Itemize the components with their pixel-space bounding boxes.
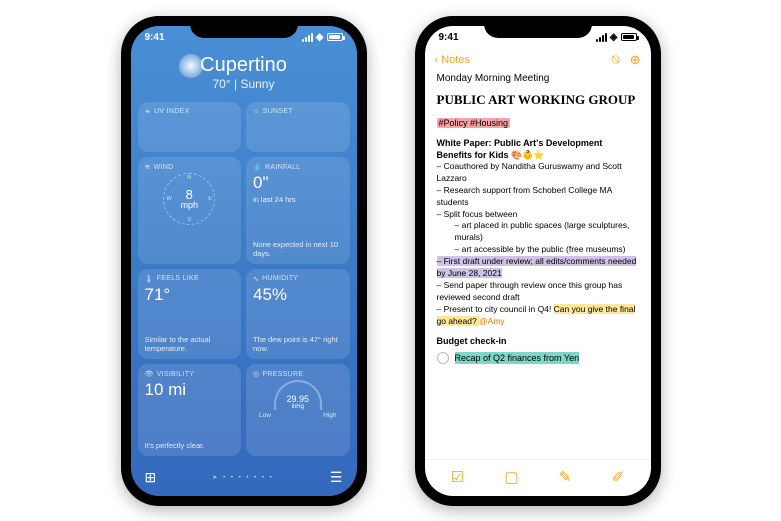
wifi-icon: ◈	[610, 32, 618, 43]
list-item: – First draft under review; all edits/co…	[437, 256, 639, 280]
feels-like-value: 71°	[145, 285, 235, 305]
pressure-gauge: 29.95 inHg	[274, 380, 322, 410]
pressure-card[interactable]: ◎PRESSURE 29.95 inHg Low High	[246, 364, 350, 456]
pressure-value: 29.95	[286, 395, 309, 404]
back-button[interactable]: ‹ Notes	[435, 54, 470, 66]
humidity-value: 45%	[253, 285, 343, 305]
status-icons: ◈	[302, 32, 343, 43]
wifi-icon: ◈	[316, 32, 324, 43]
battery-icon	[621, 33, 637, 41]
compose-icon[interactable]: ✐	[612, 468, 625, 486]
temp-condition: 70° | Sunny	[131, 77, 357, 91]
more-icon[interactable]: ⊕	[630, 52, 641, 68]
visibility-value: 10 mi	[145, 380, 235, 400]
status-time: 9:41	[145, 32, 165, 43]
list-item: – Split focus between	[437, 209, 639, 221]
white-paper-head: White Paper: Public Art's Development Be…	[437, 137, 639, 161]
checklist-label: Recap of Q2 finances from Yen	[455, 352, 580, 364]
rainfall-value: 0"	[253, 173, 343, 193]
signal-icon	[302, 33, 313, 42]
notes-app: 9:41 ◈ ‹ Notes ⍉ ⊕ Monday Morning Meetin…	[425, 26, 651, 496]
notes-toolbar: ☑ ▢ ✎ ✐	[425, 459, 651, 496]
list-item: – art placed in public spaces (large scu…	[437, 220, 639, 244]
notch	[190, 16, 298, 38]
sun-icon: ☀	[145, 108, 152, 116]
budget-head: Budget check-in	[437, 335, 639, 347]
map-icon[interactable]: ⊞	[145, 469, 157, 486]
wind-card[interactable]: ≋WIND N S E W 8 mph	[138, 157, 242, 264]
page-dots[interactable]: ➤ • • • • • • •	[212, 474, 273, 481]
checklist-icon[interactable]: ☑	[451, 468, 464, 486]
weather-tabbar: ⊞ ➤ • • • • • • • ☰	[131, 461, 357, 496]
status-icons: ◈	[596, 32, 637, 43]
weather-app: 9:41 ◈ Cupertino 70° | Sunny ☀UV INDEX ☼…	[131, 26, 357, 496]
list-item: – Present to city council in Q4! Can you…	[437, 304, 639, 328]
gauge-icon: ◎	[253, 370, 259, 378]
share-icon[interactable]: ⍉	[612, 52, 620, 68]
thermometer-icon: 🌡	[145, 275, 154, 283]
list-icon[interactable]: ☰	[330, 469, 343, 486]
checklist-item[interactable]: Recap of Q2 finances from Yen	[437, 352, 639, 364]
list-item: – Coauthored by Nanditha Guruswamy and S…	[437, 161, 639, 185]
notch	[484, 16, 592, 38]
phone-notes: 9:41 ◈ ‹ Notes ⍉ ⊕ Monday Morning Meetin…	[415, 16, 661, 506]
humidity-card[interactable]: ∿HUMIDITY 45% The dew point is 47° right…	[246, 269, 350, 360]
list-item: – art accessible by the public (free mus…	[437, 244, 639, 256]
note-body[interactable]: Monday Morning Meeting PUBLIC ART WORKIN…	[425, 72, 651, 459]
checkbox-icon[interactable]	[437, 352, 449, 364]
feels-like-card[interactable]: 🌡FEELS LIKE 71° Similar to the actual te…	[138, 269, 242, 360]
tags[interactable]: #Policy #Housing	[437, 118, 511, 128]
humidity-icon: ∿	[253, 275, 259, 283]
droplet-icon: 💧	[253, 163, 262, 171]
wind-compass: N S E W 8 mph	[163, 173, 215, 225]
visibility-card[interactable]: 👁VISIBILITY 10 mi It's perfectly clear.	[138, 364, 242, 456]
city-name: Cupertino	[131, 54, 357, 77]
signal-icon	[596, 33, 607, 42]
list-item: – Send paper through review once this gr…	[437, 280, 639, 304]
note-context: Monday Morning Meeting	[437, 72, 639, 86]
mention[interactable]: @Amy	[479, 316, 505, 326]
phone-weather: 9:41 ◈ Cupertino 70° | Sunny ☀UV INDEX ☼…	[121, 16, 367, 506]
camera-icon[interactable]: ▢	[504, 468, 518, 486]
wind-unit: mph	[180, 201, 198, 210]
note-heading: PUBLIC ART WORKING GROUP	[437, 91, 639, 109]
list-item: – Research support from Schoberl College…	[437, 185, 639, 209]
uv-index-card[interactable]: ☀UV INDEX	[138, 102, 242, 153]
marker-icon[interactable]: ✎	[559, 468, 572, 486]
sunset-icon: ☼	[253, 108, 260, 115]
eye-icon: 👁	[145, 370, 154, 378]
rainfall-card[interactable]: 💧RAINFALL 0" in last 24 hrs None expecte…	[246, 157, 350, 264]
status-time: 9:41	[439, 32, 459, 43]
weather-cards: ☀UV INDEX ☼SUNSET ≋WIND N S E W 8 mph	[131, 97, 357, 461]
battery-icon	[327, 33, 343, 41]
wind-icon: ≋	[145, 163, 151, 171]
sunset-card[interactable]: ☼SUNSET	[246, 102, 350, 153]
